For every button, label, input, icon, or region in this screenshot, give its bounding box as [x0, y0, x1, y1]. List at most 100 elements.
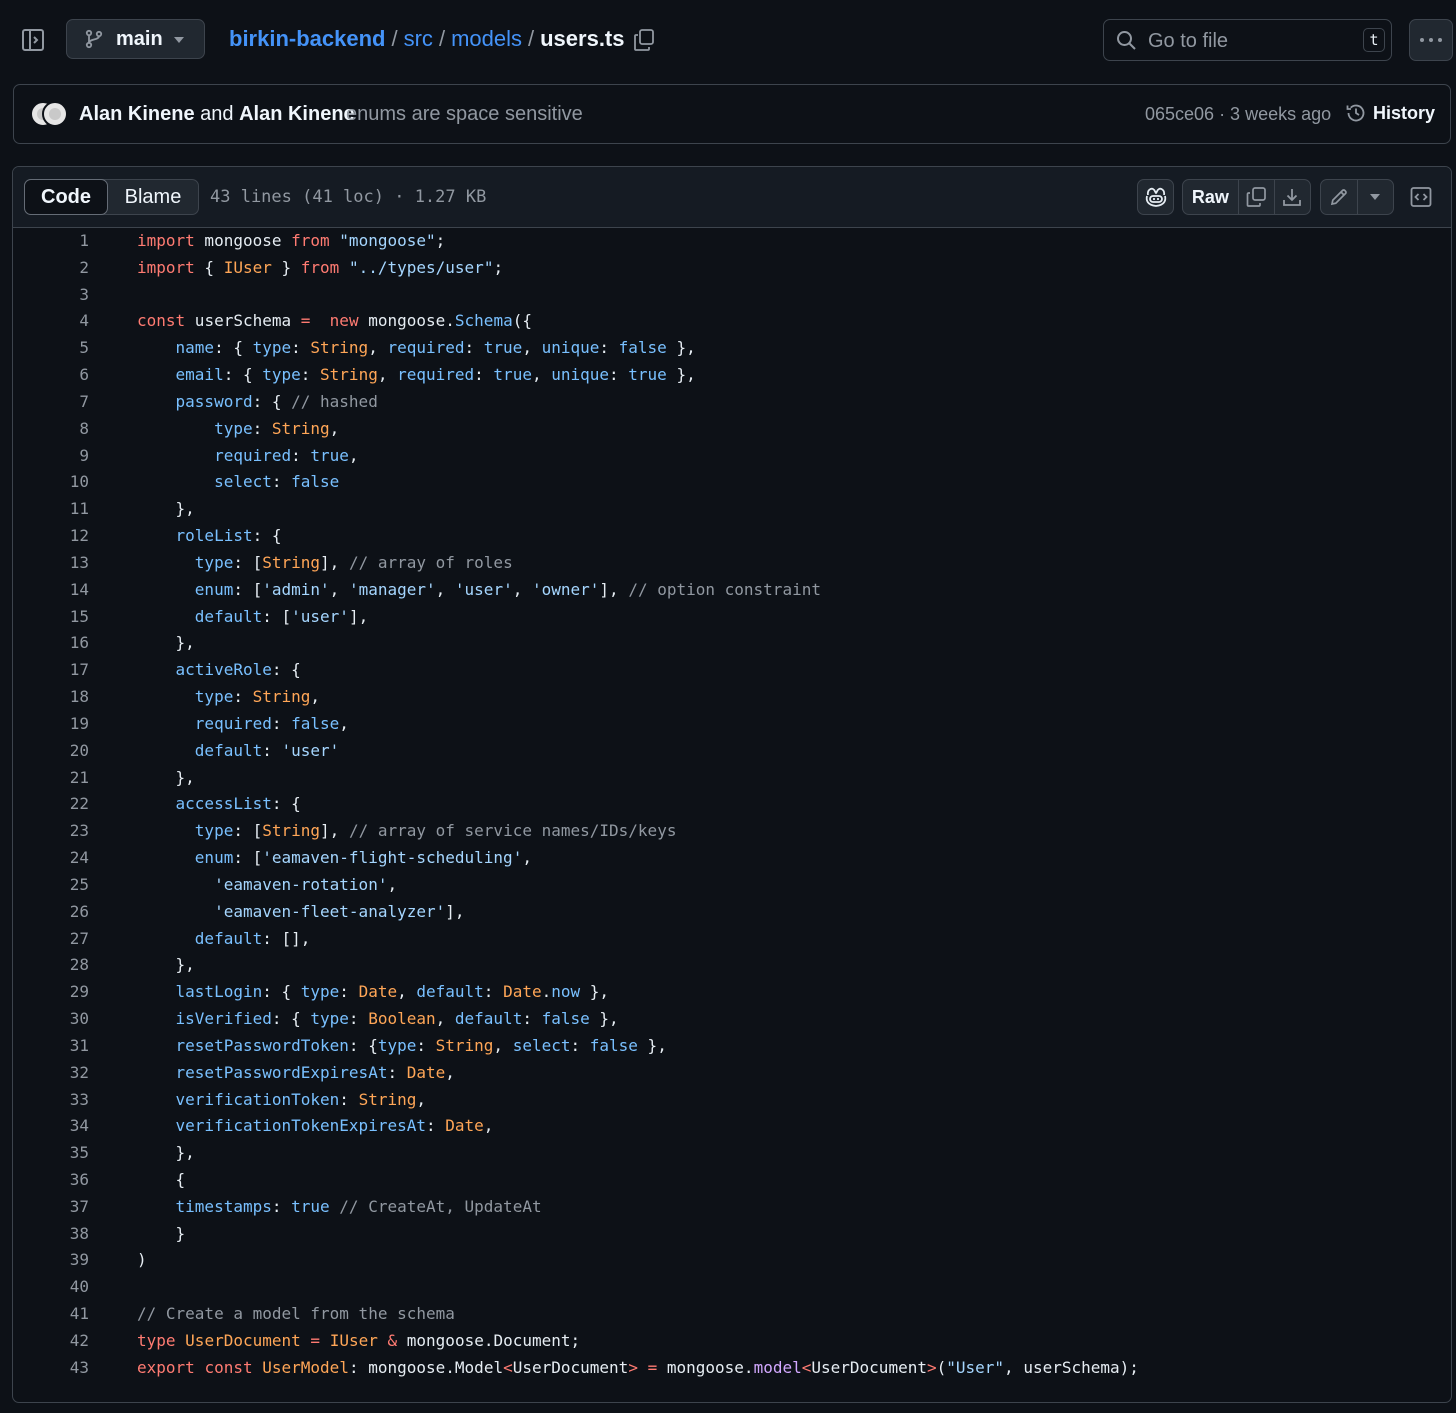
tab-blame[interactable]: Blame	[108, 180, 198, 214]
line-number[interactable]: 32	[13, 1060, 89, 1087]
code-token: type	[194, 687, 234, 707]
symbols-panel-icon[interactable]	[1409, 185, 1433, 209]
code-token: mongoose.	[657, 1357, 754, 1377]
code-token: mongoose.	[358, 311, 455, 331]
commit-sha-and-date[interactable]: 065ce06 · 3 weeks ago	[1145, 104, 1331, 125]
line-number[interactable]: 6	[13, 362, 89, 389]
code-token: Date	[406, 1062, 446, 1082]
code-token: : [	[233, 552, 263, 572]
line-number[interactable]: 25	[13, 872, 89, 899]
copy-path-icon[interactable]	[632, 28, 656, 52]
line-number[interactable]: 31	[13, 1033, 89, 1060]
breadcrumb-src-link[interactable]: src	[404, 26, 433, 52]
line-number[interactable]: 34	[13, 1113, 89, 1140]
line-number[interactable]: 33	[13, 1087, 89, 1114]
commit-message-link[interactable]: enums are space sensitive	[346, 103, 583, 126]
line-number[interactable]: 38	[13, 1221, 89, 1248]
line-number[interactable]: 13	[13, 550, 89, 577]
tab-code[interactable]: Code	[24, 179, 108, 215]
line-number[interactable]: 39	[13, 1247, 89, 1274]
line-number[interactable]: 10	[13, 469, 89, 496]
line-number[interactable]: 1	[13, 228, 89, 255]
line-number[interactable]: 28	[13, 952, 89, 979]
line-number[interactable]: 43	[13, 1355, 89, 1382]
code-view[interactable]: 1 import mongoose from "mongoose"; 2 import…	[13, 228, 1451, 1382]
code-token: },	[137, 955, 195, 975]
line-number[interactable]: 18	[13, 684, 89, 711]
copy-raw-content-button[interactable]	[1239, 180, 1275, 214]
code-token: ;	[435, 231, 446, 250]
code-token: ,	[435, 1009, 455, 1029]
commit-author-link[interactable]: Alan Kinene	[79, 103, 195, 125]
line-number[interactable]: 35	[13, 1140, 89, 1167]
more-edit-options-button[interactable]	[1358, 180, 1394, 214]
line-number[interactable]: 37	[13, 1194, 89, 1221]
line-number[interactable]: 30	[13, 1006, 89, 1033]
edit-file-button[interactable]	[1321, 180, 1358, 214]
line-number[interactable]: 29	[13, 979, 89, 1006]
code-token: :	[609, 365, 629, 385]
line-number[interactable]: 9	[13, 443, 89, 470]
avatar[interactable]	[42, 101, 68, 127]
ask-copilot-button[interactable]	[1137, 179, 1174, 215]
line-number[interactable]: 3	[13, 282, 89, 309]
branch-selector-button[interactable]: main	[66, 19, 205, 59]
code-token: 'eamaven-flight-scheduling'	[262, 848, 523, 868]
code-line: 42 type UserDocument = IUser & mongoose.D…	[13, 1328, 1451, 1355]
breadcrumb-models-link[interactable]: models	[451, 26, 522, 52]
line-number[interactable]: 7	[13, 389, 89, 416]
line-number[interactable]: 11	[13, 496, 89, 523]
line-number[interactable]: 24	[13, 845, 89, 872]
line-number[interactable]: 20	[13, 738, 89, 765]
line-number[interactable]: 21	[13, 765, 89, 792]
sidebar-toggle-icon[interactable]	[20, 27, 46, 53]
line-number[interactable]: 5	[13, 335, 89, 362]
line-number[interactable]: 14	[13, 577, 89, 604]
file-size-info: 43 lines (41 loc) · 1.27 KB	[210, 187, 487, 207]
line-number[interactable]: 4	[13, 308, 89, 335]
line-number[interactable]: 41	[13, 1301, 89, 1328]
line-code: default: [],	[137, 926, 311, 953]
line-number[interactable]: 19	[13, 711, 89, 738]
line-number[interactable]: 12	[13, 523, 89, 550]
line-code: type UserDocument = IUser & mongoose.Doc…	[137, 1328, 580, 1355]
history-label: History	[1373, 102, 1436, 123]
breadcrumb: birkin-backend / src / models / users.ts	[229, 26, 625, 52]
breadcrumb-separator: /	[527, 26, 535, 51]
code-token: :	[271, 1196, 292, 1216]
line-number[interactable]: 27	[13, 926, 89, 953]
breadcrumb-repo-link[interactable]: birkin-backend	[229, 26, 385, 52]
more-options-button[interactable]	[1409, 19, 1453, 61]
line-code: select: false	[137, 469, 339, 496]
download-raw-file-button[interactable]	[1275, 180, 1310, 214]
commit-author-link[interactable]: Alan Kinene	[239, 103, 355, 125]
code-token: :	[271, 713, 292, 733]
line-code: email: { type: String, required: true, u…	[137, 362, 696, 389]
code-token: ({	[512, 311, 532, 331]
line-number[interactable]: 15	[13, 604, 89, 631]
line-code: {	[137, 1167, 186, 1194]
line-number[interactable]: 40	[13, 1274, 89, 1301]
line-number[interactable]: 23	[13, 818, 89, 845]
code-token: default	[416, 982, 484, 1002]
code-line: 7 password: { // hashed	[13, 389, 1451, 416]
code-token: :	[339, 1089, 359, 1109]
line-number[interactable]: 26	[13, 899, 89, 926]
line-number[interactable]: 36	[13, 1167, 89, 1194]
history-button[interactable]: History	[1345, 102, 1435, 124]
line-number[interactable]: 8	[13, 416, 89, 443]
line-number[interactable]: 16	[13, 630, 89, 657]
raw-button[interactable]: Raw	[1183, 180, 1239, 214]
line-number[interactable]: 2	[13, 255, 89, 282]
code-token: 'eamaven-fleet-analyzer'	[214, 901, 446, 921]
line-number[interactable]: 22	[13, 791, 89, 818]
line-code: resetPasswordExpiresAt: Date,	[137, 1060, 455, 1087]
go-to-file-input[interactable]: Go to file t	[1103, 19, 1392, 61]
code-token: from	[300, 257, 340, 277]
code-line: 37 timestamps: true // CreateAt, UpdateA…	[13, 1194, 1451, 1221]
line-number[interactable]: 17	[13, 657, 89, 684]
line-number[interactable]: 42	[13, 1328, 89, 1355]
code-token: ,	[329, 418, 340, 438]
